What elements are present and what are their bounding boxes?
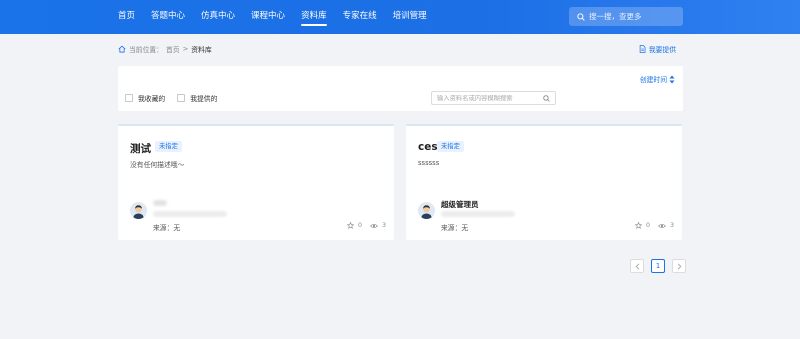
resource-card[interactable]: ces 未指定 ssssss 超级管理员 来源：无 0 3: [406, 124, 682, 240]
search-icon[interactable]: [543, 95, 550, 102]
global-search[interactable]: [569, 7, 683, 26]
prev-page-button[interactable]: [630, 259, 644, 273]
resource-title[interactable]: ces: [418, 141, 438, 153]
nav-item-course-center[interactable]: 课程中心: [251, 0, 285, 34]
breadcrumb-current: 资料库: [191, 46, 212, 54]
sort-label: 创建时间: [639, 76, 667, 84]
checkbox-label: 我收藏的: [138, 95, 166, 103]
view-count: 3: [370, 222, 386, 229]
author-name: 超级管理员: [441, 200, 479, 209]
avatar: [130, 202, 147, 219]
resource-source: 来源：无: [153, 224, 181, 232]
favorite-count[interactable]: 0: [346, 222, 362, 229]
main-nav: 首页 答题中心 仿真中心 课程中心 资料库 专家在线 培训管理: [118, 0, 443, 34]
author-info-redacted: [441, 211, 515, 217]
home-icon: [118, 45, 126, 53]
checkbox-label: 我提供的: [190, 95, 218, 103]
breadcrumb: 当前位置： 首页 > 资料库: [118, 44, 215, 54]
favorite-count-value: 0: [645, 222, 650, 229]
view-count: 3: [658, 222, 674, 229]
breadcrumb-prefix: 当前位置：: [129, 46, 163, 54]
resource-source: 来源：无: [441, 224, 469, 232]
resource-title[interactable]: 测试: [130, 141, 151, 156]
chevron-right-icon: [677, 262, 682, 270]
resource-card[interactable]: 测试 未指定 没有任何描述哦～ 来源：无 0 3: [118, 124, 394, 240]
author-name-redacted: [153, 200, 167, 206]
document-icon: [639, 45, 646, 53]
breadcrumb-home[interactable]: 首页: [166, 44, 180, 54]
chevron-left-icon: [634, 262, 639, 270]
status-badge: 未指定: [155, 141, 182, 152]
sort-arrows-icon: [669, 75, 675, 83]
checkbox-box[interactable]: [125, 94, 133, 102]
star-icon: [634, 222, 642, 229]
sort-by-created-time[interactable]: 创建时间: [640, 74, 675, 84]
avatar: [418, 202, 435, 219]
checkbox-my-provided[interactable]: 我提供的: [177, 93, 217, 103]
nav-item-home[interactable]: 首页: [118, 0, 135, 34]
favorite-count-value: 0: [357, 222, 362, 229]
favorite-count[interactable]: 0: [634, 222, 650, 229]
resource-stats: 0 3: [339, 222, 386, 229]
checkbox-box[interactable]: [177, 94, 186, 102]
filter-panel: 创建时间 我收藏的 我提供的: [118, 66, 683, 111]
eye-icon: [658, 223, 666, 228]
resource-description: 没有任何描述哦～: [130, 161, 185, 169]
star-icon: [346, 222, 354, 229]
keyword-search-input[interactable]: [437, 94, 537, 102]
resource-stats: 0 3: [627, 222, 674, 229]
status-badge: 未指定: [437, 141, 464, 152]
nav-item-training-management[interactable]: 培训管理: [393, 0, 427, 34]
provide-resource-label: 我要提供: [648, 46, 676, 54]
global-search-input[interactable]: [589, 12, 673, 21]
provide-resource-button[interactable]: 我要提供: [639, 44, 676, 54]
nav-item-quiz-center[interactable]: 答题中心: [151, 0, 185, 34]
pagination: 1: [630, 259, 693, 273]
resource-description: ssssss: [418, 159, 440, 167]
author-info-redacted: [153, 211, 227, 217]
breadcrumb-separator: >: [182, 45, 189, 53]
top-nav-bar: 首页 答题中心 仿真中心 课程中心 资料库 专家在线 培训管理: [0, 0, 800, 34]
nav-item-simulation-center[interactable]: 仿真中心: [201, 0, 235, 34]
search-icon: [577, 12, 585, 21]
view-count-value: 3: [381, 222, 386, 229]
next-page-button[interactable]: [672, 259, 686, 273]
checkbox-my-favorites[interactable]: 我收藏的: [125, 93, 165, 103]
eye-icon: [370, 223, 378, 228]
keyword-search[interactable]: [431, 91, 556, 105]
filter-checkboxes: 我收藏的 我提供的: [125, 93, 229, 103]
nav-item-library[interactable]: 资料库: [301, 0, 327, 34]
view-count-value: 3: [669, 222, 674, 229]
nav-item-expert-online[interactable]: 专家在线: [343, 0, 377, 34]
page-number-button[interactable]: 1: [651, 259, 665, 273]
